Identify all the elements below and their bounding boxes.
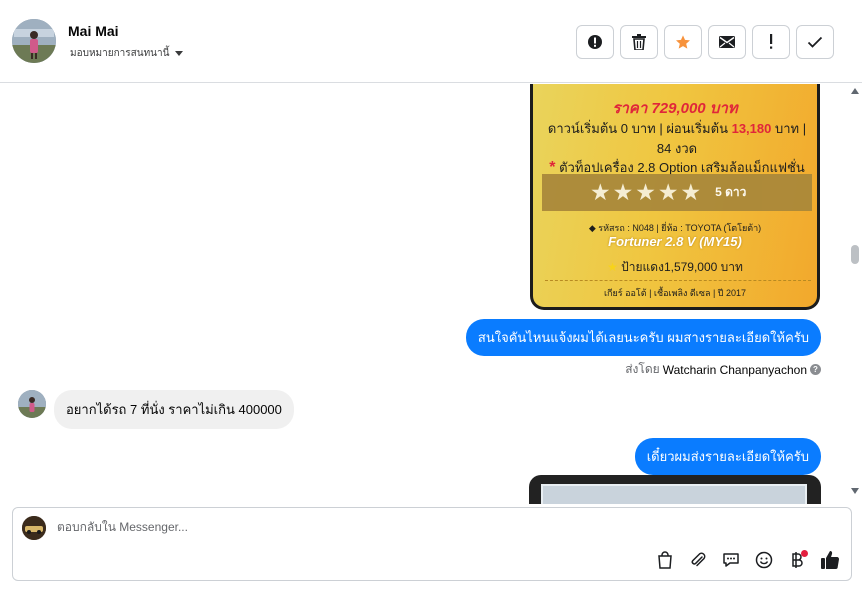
rating-star-icon: ★ [612,179,634,205]
star-button[interactable] [664,25,702,59]
rating-bar: ★ ★ ★ ★ ★ 5 ดาว [542,174,812,211]
chat-scrollbar[interactable] [848,84,862,494]
contact-name[interactable]: Mai Mai [68,23,119,39]
scroll-up-arrow-icon[interactable] [851,88,859,94]
report-spam-button[interactable] [576,25,614,59]
card-code: รหัสรถ : N048 | ยี่ห้อ : TOYOTA (โตโยต้า… [598,223,762,233]
follow-up-button[interactable] [752,25,790,59]
reply-input[interactable] [57,520,657,534]
mark-done-button[interactable] [796,25,834,59]
contact-avatar-small [18,390,46,418]
star-icon [676,35,690,49]
help-icon[interactable]: ? [810,364,821,375]
contact-avatar[interactable] [12,19,56,63]
paperclip-icon [691,552,706,567]
down-payment-text: ดาวน์เริ่มต้น 0 บาท | ผ่อนเริ่มต้น [547,121,728,136]
delete-button[interactable] [620,25,658,59]
mark-unread-button[interactable] [708,25,746,59]
rating-text: 5 ดาว [715,185,747,199]
monthly-payment: 13,180 [731,121,772,136]
card-down-payment: ดาวน์เริ่มต้น 0 บาท | ผ่อนเริ่มต้น 13,18… [541,118,813,139]
incoming-message[interactable]: อยากได้รถ 7 ที่นั่ง ราคาไม่เกิน 400000 [54,390,294,429]
thumbs-up-icon [821,551,840,569]
outgoing-message[interactable]: เดี๋ยวผมส่งรายละเอียดให้ครับ [634,438,821,475]
card-plate-line: ★ ป้ายแดง1,579,000 บาท [533,258,817,277]
star-small-icon: ★ [607,260,618,274]
card-plate-price: ป้ายแดง1,579,000 บาท [621,260,743,274]
outgoing-message[interactable]: สนใจคันไหนแจ้งผมได้เลยนะครับ ผมสางรายละเ… [465,319,821,356]
check-icon [807,36,823,48]
sent-by-prefix: ส่งโดย [625,362,660,376]
reply-composer [12,507,852,581]
conversation-actions [576,25,834,59]
card-code-line: ◆ รหัสรถ : N048 | ยี่ห้อ : TOYOTA (โตโยต… [533,221,817,235]
assign-conversation-dropdown[interactable]: มอบหมายการสนทนานี้ [70,46,184,61]
emoji-icon [755,551,773,569]
like-button[interactable] [819,549,841,571]
rating-star-icon: ★ [657,179,679,205]
emoji-button[interactable] [753,549,775,571]
card-footer: เกียร์ ออโต้ | เชื้อเพลิง ดีเซล | ปี 201… [603,288,747,298]
scroll-thumb[interactable] [851,245,859,264]
tag-icon: ◆ [588,223,596,233]
message-list[interactable]: ราคา 729,000 บาท ดาวน์เริ่มต้น 0 บาท | ผ… [0,84,848,504]
rating-star-icon: ★ [590,179,611,205]
page-avatar [22,516,46,540]
card-feature: ตัวท็อปเครื่อง 2.8 Option เสริมล้อแม็กแฟ… [559,160,805,175]
exclamation-icon [770,34,773,49]
payment-button[interactable] [786,549,808,571]
car-listing-card[interactable]: ราคา 729,000 บาท ดาวน์เริ่มต้น 0 บาท | ผ… [530,84,820,310]
saved-replies-button[interactable] [720,549,742,571]
spam-icon [588,35,602,49]
card-price: ราคา 729,000 บาท [612,100,738,117]
assign-label: มอบหมายการสนทนานี้ [70,48,170,59]
attach-button[interactable] [687,549,709,571]
card-model: Fortuner 2.8 V (MY15) [608,234,742,249]
caret-down-icon [175,51,184,56]
sent-by-line: ส่งโดย Watcharin Chanpanyachon ? [625,360,821,379]
sender-name: Watcharin Chanpanyachon [662,362,807,377]
down-payment-unit: บาท | [774,121,807,136]
rating-star-icon: ★ [635,179,656,205]
composer-tools [654,549,841,571]
saved-replies-icon [723,553,739,567]
conversation-header: Mai Mai มอบหมายการสนทนานี้ [0,0,862,83]
card-divider [545,280,811,281]
mail-icon [719,36,735,48]
image-attachment-content [541,484,807,504]
card-term: 84 งวด [656,141,698,156]
image-attachment-preview[interactable] [529,475,821,504]
trash-icon [632,34,646,50]
rating-star-icon: ★ [680,179,702,205]
notification-dot [801,550,808,557]
shop-button[interactable] [654,549,676,571]
bag-icon [658,551,672,569]
scroll-down-arrow-icon[interactable] [851,488,859,494]
